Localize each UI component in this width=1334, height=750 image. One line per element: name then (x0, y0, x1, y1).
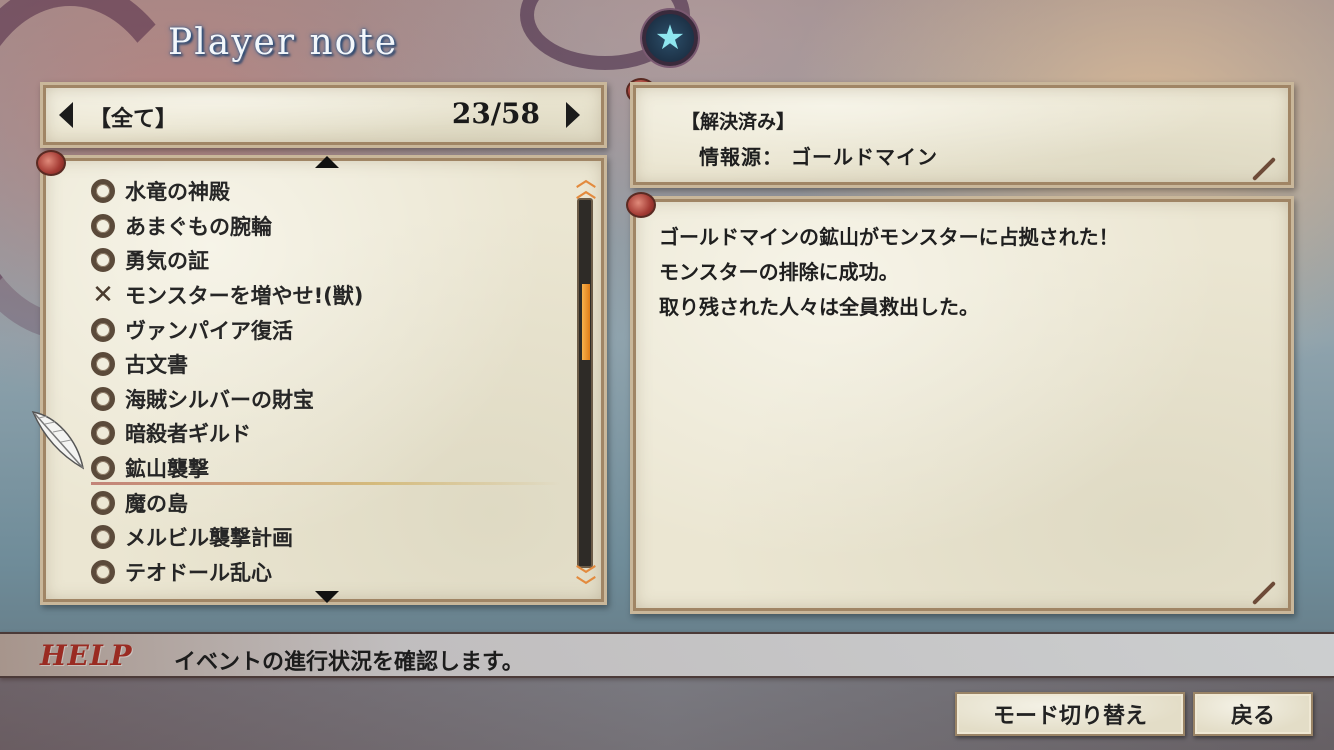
event-source: 情報源： ゴールドマイン (699, 145, 938, 169)
event-detail-panel: ゴールドマインの鉱山がモンスターに占拠された！ モンスターの排除に成功。取り残され… (630, 196, 1294, 614)
event-description: ゴールドマインの鉱山がモンスターに占拠された！ モンスターの排除に成功。取り残され… (659, 221, 1119, 326)
event-list-item[interactable]: ヴァンパイア復活 (91, 312, 561, 347)
cross-mark-icon: ✕ (92, 280, 114, 311)
filter-next-arrow-icon[interactable] (566, 102, 580, 128)
event-list-item-label: テオドール乱心 (125, 560, 272, 585)
scroll-bottom-chevron-icon[interactable]: ﹀ ﹀ (575, 565, 597, 596)
filter-label: 【全て】 (89, 107, 178, 132)
back-button[interactable]: 戻る (1193, 692, 1313, 736)
event-list-item[interactable]: メルビル襲撃計画 (91, 520, 561, 555)
circle-mark-icon (91, 317, 115, 342)
event-list-item-label: 水竜の神殿 (125, 180, 230, 205)
feather-quill-icon (31, 411, 85, 470)
screen-title: Player note (168, 22, 399, 63)
event-list-item[interactable]: 暗殺者ギルド (91, 416, 561, 451)
event-list-item[interactable]: 鉱山襲撃 (91, 451, 561, 486)
list-scroll-down-arrow-icon[interactable] (315, 591, 339, 603)
circle-mark-icon (91, 248, 115, 273)
event-description-line: ゴールドマインの鉱山がモンスターに占拠された！ (659, 225, 1119, 249)
filter-prev-arrow-icon[interactable] (59, 102, 73, 128)
event-list-item-label: 古文書 (125, 353, 188, 378)
quill-ornament-icon (1251, 580, 1277, 606)
rose-ornament-icon (626, 192, 656, 218)
event-status: 【解決済み】 (681, 111, 796, 133)
star-icon: ★ (642, 10, 698, 66)
event-description-line: モンスターの排除に成功。 (659, 260, 899, 284)
event-list-item[interactable]: 勇気の証 (91, 243, 561, 278)
event-list-item-label: モンスターを増やせ!(獣) (125, 284, 364, 309)
event-list-item-label: 勇気の証 (125, 249, 209, 274)
scroll-top-chevron-icon[interactable]: ︿ ︿ (575, 169, 597, 200)
quill-ornament-icon (1251, 156, 1277, 182)
event-list-item[interactable]: 海賊シルバーの財宝 (91, 382, 561, 417)
event-list-panel: 水竜の神殿あまぐもの腕輪 勇気の証 ✕ モンスターを増やせ!(獣) ヴァンパイア復活 古文… (31, 155, 607, 605)
event-list-item[interactable]: 魔の島 (91, 485, 561, 520)
help-label: HELP (40, 639, 133, 672)
event-description-line: 取り残された人々は全員救出した。 (659, 295, 979, 319)
circle-mark-icon (91, 179, 115, 204)
event-list-item[interactable]: ✕ モンスターを増やせ!(獣) (91, 278, 561, 313)
event-list-item[interactable]: 水竜の神殿 (91, 174, 561, 209)
help-bar: HELP イベントの進行状況を確認します。 (0, 632, 1334, 678)
event-list-item-label: 鉱山襲撃 (125, 457, 209, 482)
mode-switch-button[interactable]: モード切り替え (955, 692, 1185, 736)
event-info-panel: 【解決済み】 情報源： ゴールドマイン (630, 82, 1294, 188)
event-list-item-label: 海賊シルバーの財宝 (125, 387, 314, 412)
circle-mark-icon (91, 213, 115, 238)
scrollbar-track[interactable] (577, 198, 593, 568)
event-list-item-label: 暗殺者ギルド (125, 422, 251, 447)
event-list-item[interactable]: あまぐもの腕輪 (91, 209, 561, 244)
event-list-item-label: 魔の島 (125, 491, 188, 516)
help-text: イベントの進行状況を確認します。 (174, 650, 524, 675)
list-scroll-up-arrow-icon[interactable] (315, 156, 339, 168)
event-list-item[interactable]: 古文書 (91, 347, 561, 382)
circle-mark-icon (91, 559, 115, 584)
page-count: 23/58 (451, 97, 540, 130)
circle-mark-icon (91, 352, 115, 377)
event-list-item-label: あまぐもの腕輪 (125, 214, 272, 239)
scrollbar-thumb[interactable] (582, 284, 590, 360)
event-list-item-label: ヴァンパイア復活 (125, 318, 293, 343)
event-list: 水竜の神殿あまぐもの腕輪 勇気の証 ✕ モンスターを増やせ!(獣) ヴァンパイア復活 古文… (91, 174, 561, 589)
circle-mark-icon (91, 490, 115, 515)
circle-mark-icon (91, 525, 115, 550)
rose-ornament-icon (36, 150, 66, 176)
event-list-item-label: メルビル襲撃計画 (125, 526, 293, 551)
event-list-item[interactable]: テオドール乱心 (91, 555, 561, 590)
filter-bar: 【全て】 23/58 (40, 82, 607, 148)
